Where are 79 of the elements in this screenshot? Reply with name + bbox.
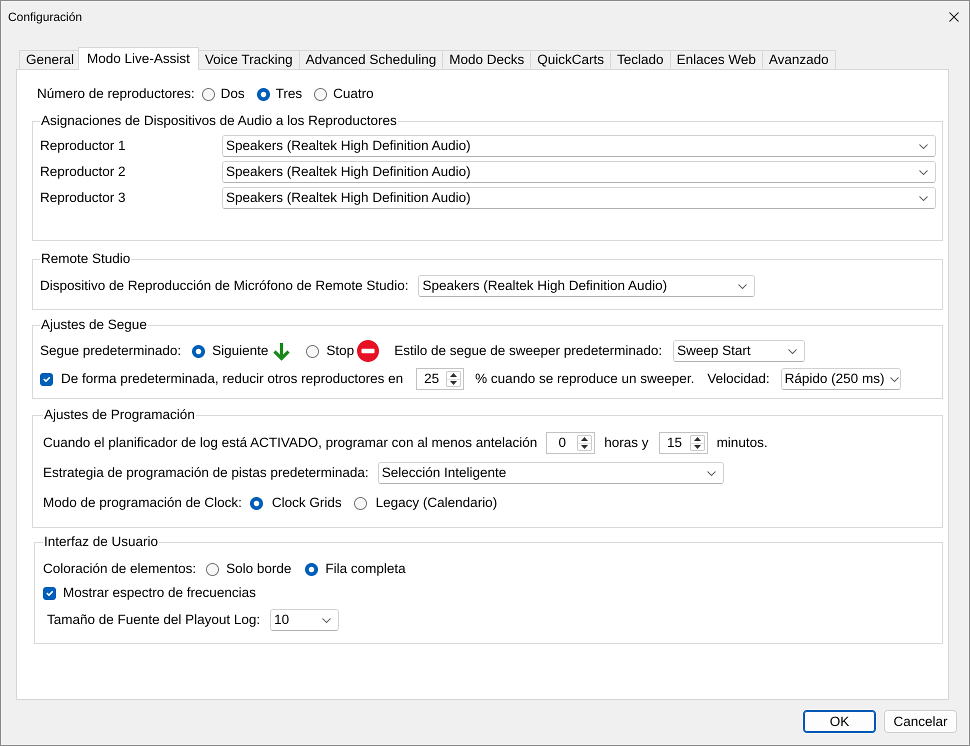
field-label: Estilo de segue de sweeper predeterminado: bbox=[394, 343, 662, 359]
field-label: horas y bbox=[604, 435, 649, 451]
dropdown[interactable]: Selección Inteligente bbox=[378, 462, 724, 484]
checkbox-label[interactable]: De forma predeterminada, reducir otros reproductores en bbox=[61, 371, 404, 387]
field-label: Coloración de elementos: bbox=[43, 561, 196, 577]
field-label: Estrategia de programación de pistas predeterminada: bbox=[43, 465, 369, 481]
radio-button[interactable] bbox=[256, 88, 270, 100]
dropdown[interactable]: Speakers (Realtek High Definition Audio) bbox=[222, 135, 936, 157]
close-icon bbox=[949, 12, 959, 22]
checkbox-label[interactable]: Mostrar espectro de frecuencias bbox=[63, 585, 256, 601]
checkbox[interactable] bbox=[40, 372, 53, 386]
option-label[interactable]: Solo borde bbox=[226, 561, 292, 577]
radio-button[interactable] bbox=[314, 88, 328, 100]
group-title: Ajustes de Segue bbox=[40, 317, 148, 333]
radio-button[interactable] bbox=[192, 344, 206, 358]
radio-button[interactable] bbox=[305, 562, 318, 576]
arrow-down-icon bbox=[272, 342, 292, 360]
chevron-icon bbox=[706, 470, 716, 476]
dropdown[interactable]: 10 bbox=[270, 609, 340, 631]
field-label: Tamaño de Fuente del Playout Log: bbox=[47, 612, 260, 628]
spin-field[interactable]: 15 bbox=[658, 432, 708, 454]
chevron-icon bbox=[919, 170, 928, 174]
group-title: Ajustes de Programación bbox=[43, 407, 196, 423]
window-title: Configuración bbox=[8, 8, 82, 24]
field-label: % cuando se reproduce un sweeper. bbox=[475, 371, 694, 387]
tab[interactable]: Modo Live-Assist bbox=[78, 47, 199, 70]
field-label: minutos. bbox=[716, 435, 768, 451]
dropdown[interactable]: Speakers (Realtek High Definition Audio) bbox=[222, 161, 936, 183]
triangle-down-icon bbox=[694, 444, 701, 449]
field-label: Reproductor 2 bbox=[40, 164, 127, 180]
option-label[interactable]: Cuatro bbox=[333, 86, 374, 102]
spin-field[interactable]: 0 bbox=[546, 432, 596, 454]
tab[interactable]: QuickCarts bbox=[530, 50, 612, 69]
radio-button[interactable] bbox=[202, 88, 215, 100]
chevron-icon bbox=[322, 618, 332, 622]
tab[interactable]: Voice Tracking bbox=[198, 50, 300, 69]
dropdown[interactable]: Speakers (Realtek High Definition Audio) bbox=[418, 275, 756, 297]
tab[interactable]: Advanced Scheduling bbox=[298, 50, 444, 69]
dropdown[interactable]: Rápido (250 ms) bbox=[780, 368, 901, 390]
option-label[interactable]: Fila completa bbox=[325, 561, 406, 577]
chevron-icon bbox=[788, 348, 798, 354]
field-label: Reproductor 1 bbox=[40, 138, 127, 154]
option-label[interactable]: Dos bbox=[220, 86, 245, 102]
cancel-button[interactable]: Cancelar bbox=[884, 710, 957, 733]
triangle-up-icon bbox=[694, 437, 701, 442]
option-label[interactable]: Clock Grids bbox=[272, 495, 342, 511]
group-title: Asignaciones de Dispositivos de Audio a los Reproductores bbox=[40, 113, 398, 129]
field-label: Dispositivo de Reproducción de Micrófono de Remote Studio: bbox=[40, 278, 408, 294]
chevron-icon bbox=[919, 144, 928, 148]
field-label: Segue predeterminado: bbox=[40, 343, 182, 359]
triangle-up-icon bbox=[581, 437, 588, 442]
chevron-icon bbox=[738, 284, 748, 288]
ok-button[interactable]: OK bbox=[803, 710, 876, 733]
field-label: Modo de programación de Clock: bbox=[43, 495, 242, 511]
radio-button[interactable] bbox=[250, 496, 263, 510]
group-title: Remote Studio bbox=[40, 251, 132, 267]
tab[interactable]: Avanzado bbox=[762, 50, 836, 69]
field-label: Cuando el planificador de log está ACTIVADO, programar con al menos antelación bbox=[43, 435, 538, 451]
option-label[interactable]: Legacy (Calendario) bbox=[376, 495, 498, 511]
triangle-down-icon bbox=[450, 380, 458, 385]
spin-field[interactable]: 25 bbox=[416, 368, 464, 390]
field-label: Velocidad: bbox=[707, 371, 770, 387]
no-entry-icon bbox=[357, 340, 380, 362]
dropdown[interactable]: Sweep Start bbox=[673, 340, 806, 362]
radio-button[interactable] bbox=[354, 496, 367, 510]
chevron-icon bbox=[919, 196, 928, 200]
option-label[interactable]: Tres bbox=[276, 86, 302, 102]
checkbox[interactable] bbox=[43, 586, 56, 600]
radio-button[interactable] bbox=[206, 562, 220, 576]
triangle-down-icon bbox=[581, 444, 588, 449]
triangle-up-icon bbox=[450, 373, 458, 378]
dropdown[interactable]: Speakers (Realtek High Definition Audio) bbox=[222, 187, 936, 209]
option-label[interactable]: Siguiente bbox=[212, 343, 268, 359]
field-label: Reproductor 3 bbox=[40, 190, 127, 206]
group-title: Interfaz de Usuario bbox=[43, 534, 160, 550]
chevron-icon bbox=[890, 376, 900, 382]
option-label[interactable]: Stop bbox=[326, 343, 354, 359]
radio-button[interactable] bbox=[306, 344, 320, 358]
field-label: Número de reproductores: bbox=[37, 86, 195, 102]
